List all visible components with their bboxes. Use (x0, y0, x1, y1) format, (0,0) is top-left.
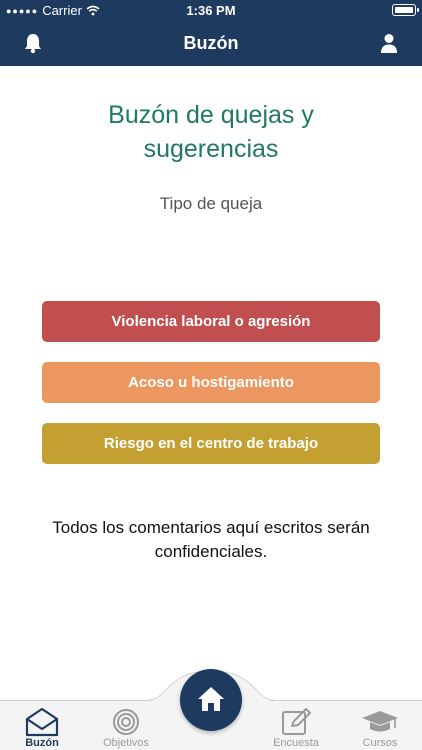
top-bar: ●●●●● Carrier 1:36 PM Buzón (0, 0, 422, 66)
battery-icon (392, 4, 419, 16)
page-title: Buzón (183, 33, 239, 53)
workplace-risk-option-button[interactable]: Riesgo en el centro de trabajo (42, 423, 380, 464)
status-bar: ●●●●● Carrier 1:36 PM (0, 0, 422, 22)
home-icon (198, 687, 224, 711)
section-title: Buzón de quejas y sugerencias (108, 101, 314, 163)
status-time: 1:36 PM (186, 3, 236, 18)
harassment-option-button[interactable]: Acoso u hostigamiento (42, 362, 380, 403)
violence-option-button[interactable]: Violencia laboral o agresión (42, 301, 380, 342)
home-button[interactable] (180, 669, 242, 731)
complaint-type-label: Tipo de queja (159, 194, 263, 213)
confidentiality-note: Todos los comentarios aquí escritos será… (52, 518, 370, 561)
user-icon[interactable] (378, 32, 400, 54)
